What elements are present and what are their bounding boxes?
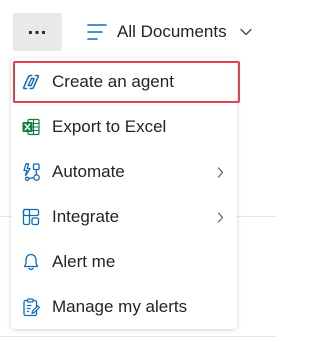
- more-actions-menu: Create an agent Export to Excel Automate…: [11, 58, 240, 329]
- menu-item-export-excel[interactable]: Export to Excel: [11, 107, 237, 147]
- menu-item-manage-alerts[interactable]: Manage my alerts: [11, 287, 237, 327]
- copilot-agent-icon: [22, 74, 40, 90]
- view-selector-label: All Documents: [117, 22, 227, 41]
- menu-item-label: Automate: [52, 162, 125, 181]
- menu-item-label: Create an agent: [52, 72, 174, 91]
- chevron-down-icon: [239, 28, 252, 36]
- chevron-right-icon: [217, 167, 224, 178]
- menu-item-label: Manage my alerts: [52, 297, 188, 316]
- list-view-icon: [87, 24, 107, 40]
- bell-icon: [23, 253, 39, 271]
- menu-item-create-agent[interactable]: Create an agent: [11, 62, 237, 102]
- automate-icon: [23, 163, 40, 182]
- more-actions-button[interactable]: ...: [13, 13, 62, 51]
- menu-item-alert-me[interactable]: Alert me: [11, 242, 237, 282]
- menu-item-label: Export to Excel: [52, 117, 167, 136]
- list-divider: [0, 336, 276, 337]
- manage-alerts-icon: [23, 298, 40, 317]
- menu-item-integrate[interactable]: Integrate: [11, 197, 237, 237]
- excel-icon: [22, 118, 40, 136]
- menu-item-label: Integrate: [52, 207, 120, 226]
- menu-item-automate[interactable]: Automate: [11, 152, 237, 192]
- page: ... All Documents Create an agent Export…: [0, 0, 276, 342]
- more-actions-label: ...: [27, 17, 48, 39]
- menu-item-label: Alert me: [52, 252, 116, 271]
- chevron-right-icon: [217, 212, 224, 223]
- integrate-icon: [22, 208, 40, 226]
- view-selector-button[interactable]: All Documents: [86, 13, 252, 51]
